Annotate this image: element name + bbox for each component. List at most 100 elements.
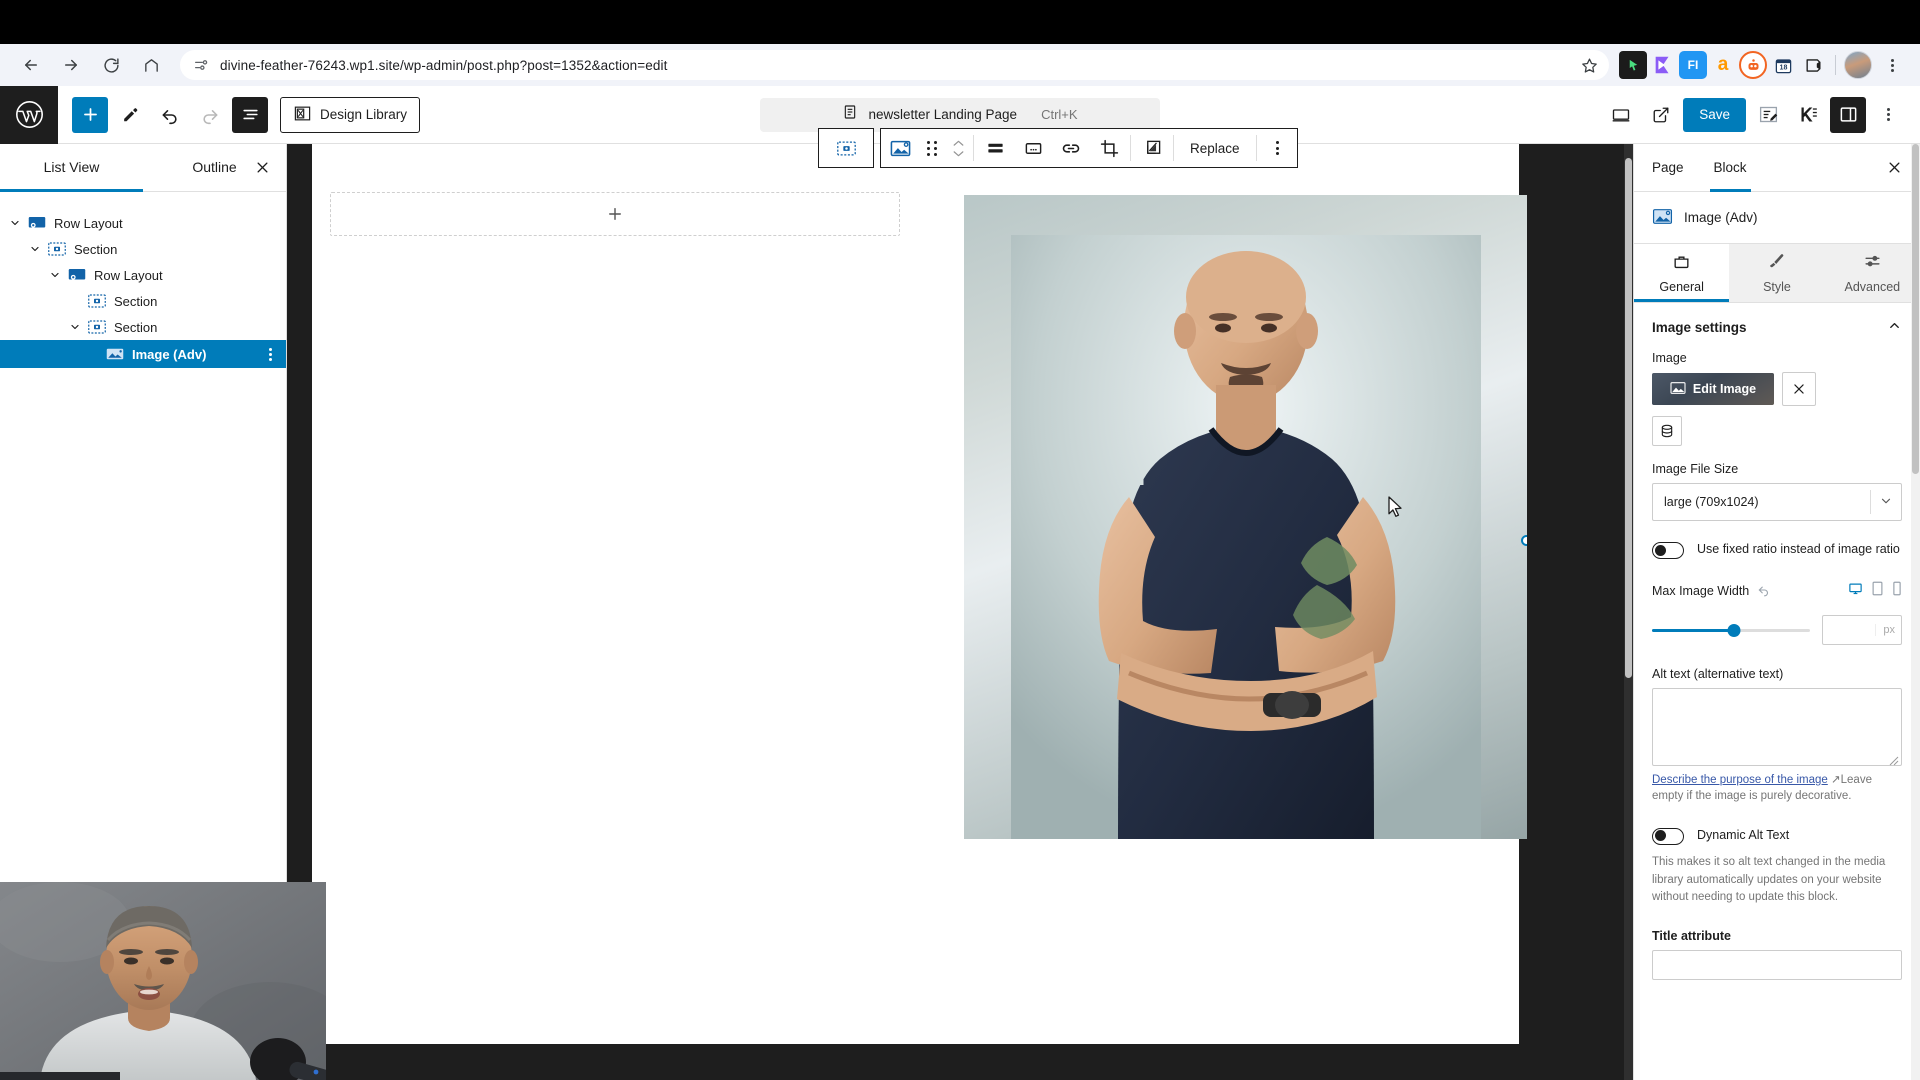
back-arrow-icon[interactable] [14, 48, 48, 82]
view-desktop-button[interactable] [1603, 97, 1639, 133]
list-item[interactable]: Section [0, 314, 286, 340]
edit-tool-button[interactable] [112, 97, 148, 133]
avatar[interactable] [1844, 51, 1872, 79]
move-arrows-icon[interactable] [945, 129, 971, 167]
section-icon[interactable] [827, 129, 865, 167]
save-button[interactable]: Save [1683, 97, 1746, 132]
select-parent-block-button[interactable] [818, 128, 874, 168]
alt-text-help-link[interactable]: Describe the purpose of the image [1652, 774, 1828, 786]
close-icon[interactable] [246, 152, 278, 184]
bot-extension-icon[interactable] [1739, 51, 1767, 79]
selected-block-name: Image (Adv) [1684, 210, 1758, 225]
duotone-filter-button[interactable] [1133, 129, 1171, 167]
fixed-ratio-toggle[interactable] [1652, 542, 1684, 559]
list-item[interactable]: Section [0, 236, 286, 262]
chevron-down-icon[interactable] [24, 243, 46, 255]
cursor-extension-icon[interactable] [1619, 51, 1647, 79]
browser-menu-icon[interactable] [1878, 51, 1906, 79]
undo-button[interactable] [152, 97, 188, 133]
image-thumbnail-row: Edit Image [1652, 372, 1902, 406]
reset-icon[interactable] [1757, 583, 1771, 600]
title-attribute-input[interactable] [1652, 950, 1902, 981]
close-icon[interactable] [1878, 152, 1910, 184]
list-item-label: Image (Adv) [132, 346, 207, 362]
more-options-button[interactable] [1874, 101, 1902, 129]
reload-icon[interactable] [94, 48, 128, 82]
block-appender[interactable] [330, 192, 900, 236]
fixed-ratio-toggle-row[interactable]: Use fixed ratio instead of image ratio [1652, 541, 1902, 559]
site-settings-icon[interactable] [192, 56, 210, 74]
add-block-button[interactable] [72, 96, 108, 133]
command-bar[interactable]: newsletter Landing Page Ctrl+K [760, 97, 1160, 132]
list-item[interactable]: Row Layout [0, 262, 286, 288]
edit-mode-button[interactable] [1750, 97, 1786, 133]
dynamic-alt-text-toggle[interactable] [1652, 827, 1684, 845]
subtab-advanced[interactable]: Advanced [1824, 244, 1920, 302]
home-icon[interactable] [134, 48, 168, 82]
settings-scrollbar-thumb[interactable] [1912, 144, 1919, 474]
image-block[interactable] [964, 195, 1527, 839]
chevron-down-icon[interactable] [64, 321, 86, 333]
media-library-button[interactable] [1652, 416, 1682, 446]
calendar-extension-icon[interactable]: 18 [1769, 51, 1797, 79]
star-icon[interactable] [1577, 53, 1601, 77]
list-view-tabs: List View Outline [0, 144, 286, 192]
image-file-size-select[interactable]: large (709x1024) [1652, 483, 1902, 521]
remove-image-button[interactable] [1782, 372, 1816, 406]
canvas-scrollbar[interactable] [1624, 144, 1633, 1080]
tablet-icon[interactable] [1871, 581, 1884, 601]
subtab-general[interactable]: General [1634, 244, 1730, 302]
tab-block[interactable]: Block [1709, 144, 1751, 192]
brush-icon [1767, 252, 1786, 274]
image-settings-section-header[interactable]: Image settings [1652, 303, 1902, 351]
dynamic-alt-text-row[interactable]: Dynamic Alt Text [1652, 827, 1902, 845]
align-button[interactable] [976, 129, 1014, 167]
design-library-label: Design Library [320, 107, 408, 122]
send-extension-icon[interactable] [1649, 51, 1677, 79]
resize-handle[interactable] [1521, 535, 1527, 546]
tab-page[interactable]: Page [1652, 144, 1684, 192]
list-item[interactable]: Row Layout [0, 210, 286, 236]
caption-button[interactable] [1014, 129, 1052, 167]
redo-button[interactable] [192, 97, 228, 133]
list-view-button[interactable] [232, 96, 268, 133]
alt-text-label: Alt text (alternative text) [1652, 667, 1784, 681]
list-item-image-adv[interactable]: Image (Adv) [0, 340, 286, 368]
chevron-up-icon[interactable] [1887, 318, 1902, 336]
drag-handle[interactable] [919, 129, 945, 167]
slider-thumb[interactable] [1727, 623, 1741, 637]
amazon-extension-icon[interactable]: a [1709, 51, 1737, 79]
section-icon [46, 242, 68, 256]
replace-button[interactable]: Replace [1176, 129, 1254, 167]
settings-sidebar-button[interactable] [1830, 96, 1866, 133]
subtab-style[interactable]: Style [1729, 244, 1825, 302]
kadence-button[interactable] [1790, 97, 1826, 133]
preview-external-button[interactable] [1643, 97, 1679, 133]
block-type-image-button[interactable] [881, 129, 919, 167]
edit-image-button[interactable]: Edit Image [1652, 373, 1774, 405]
chevron-down-icon[interactable] [4, 217, 26, 229]
design-library-button[interactable]: Design Library [280, 96, 421, 133]
desktop-icon[interactable] [1848, 581, 1863, 601]
block-toolbar-main: Replace [880, 128, 1298, 168]
crop-button[interactable] [1090, 129, 1128, 167]
clipboard-extension-icon[interactable] [1799, 51, 1827, 79]
resize-grip-icon[interactable] [1889, 753, 1899, 766]
address-bar[interactable]: divine-feather-76243.wp1.site/wp-admin/p… [180, 50, 1609, 80]
canvas-scrollbar-thumb[interactable] [1625, 158, 1632, 678]
mobile-icon[interactable] [1892, 581, 1902, 601]
wordpress-logo[interactable] [0, 85, 58, 144]
list-item-options-icon[interactable] [269, 347, 272, 361]
list-item[interactable]: Section [0, 288, 286, 314]
block-more-options-button[interactable] [1259, 129, 1297, 167]
figma-extension-icon[interactable]: FI [1679, 51, 1707, 79]
forward-arrow-icon[interactable] [54, 48, 88, 82]
link-button[interactable] [1052, 129, 1090, 167]
max-image-width-slider[interactable] [1652, 622, 1810, 638]
tab-list-view[interactable]: List View [0, 144, 143, 192]
max-image-width-input[interactable]: px [1822, 615, 1902, 645]
chevron-down-icon[interactable] [44, 269, 66, 281]
alt-text-input[interactable] [1652, 688, 1902, 766]
settings-scrollbar[interactable] [1911, 144, 1920, 1080]
image-content [1010, 235, 1481, 839]
